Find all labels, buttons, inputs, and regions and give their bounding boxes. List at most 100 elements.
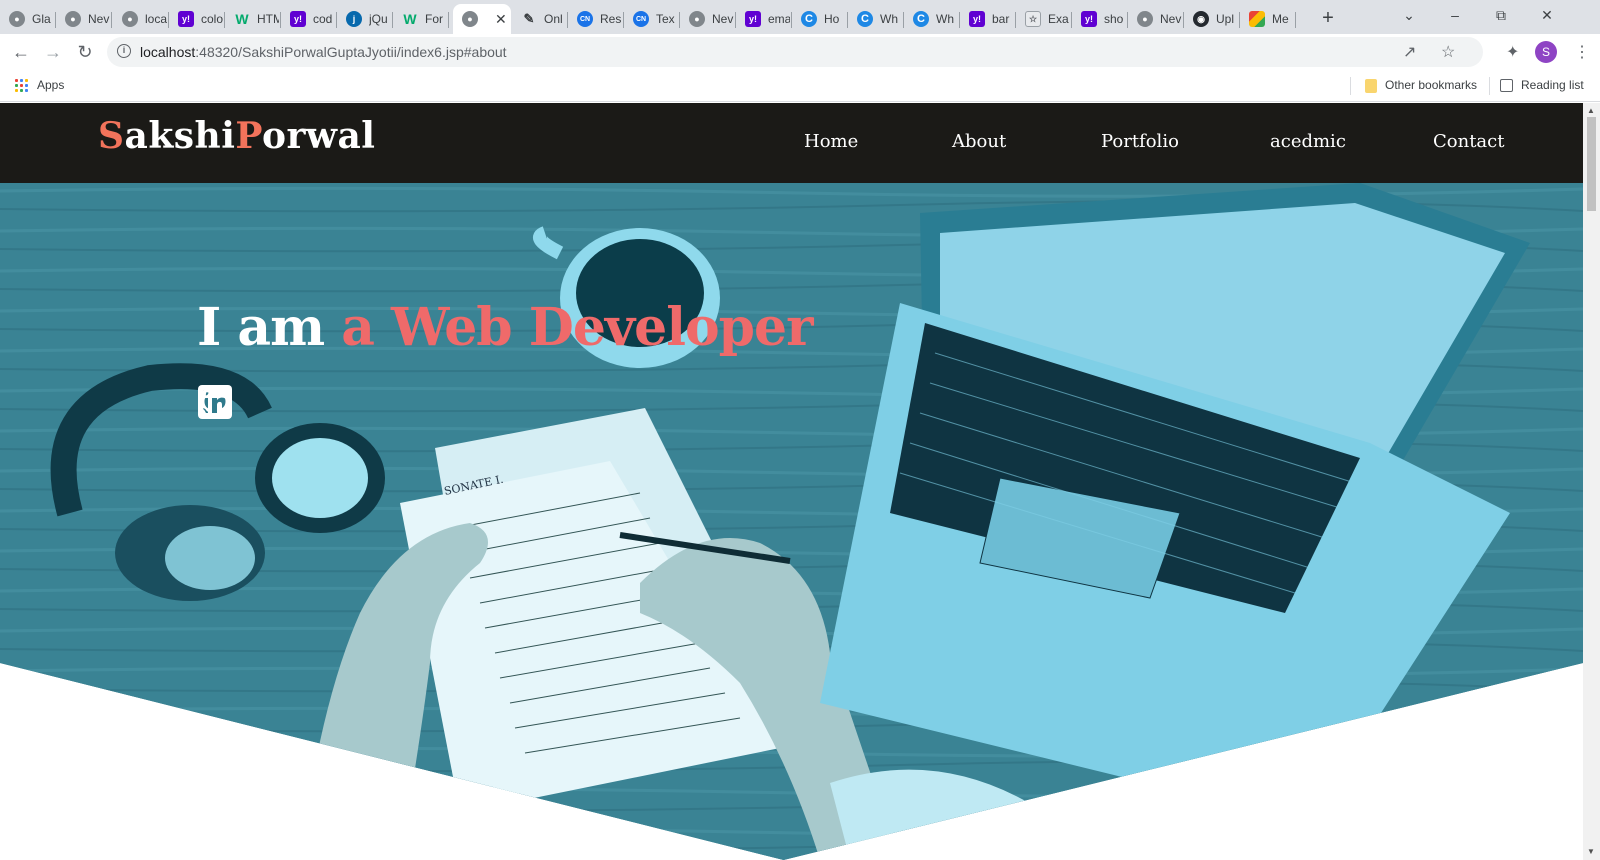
browser-tab[interactable]: CN Res xyxy=(568,4,624,34)
tab-separator xyxy=(111,12,112,28)
close-tab-icon[interactable]: ✕ xyxy=(495,11,507,28)
globe-icon: ● xyxy=(122,11,138,27)
tab-separator xyxy=(448,12,449,28)
browser-tab[interactable]: y! ema xyxy=(736,4,792,34)
globe-icon: ● xyxy=(65,11,81,27)
w3schools-icon: W xyxy=(235,11,249,27)
browser-tab[interactable]: ● Nev xyxy=(1128,4,1184,34)
tab-title: Res xyxy=(600,12,622,26)
nav-about[interactable]: About xyxy=(952,131,1006,152)
w3schools-icon: W xyxy=(403,11,417,27)
tab-title: Me xyxy=(1272,12,1289,26)
hero-section: SONATE I. I am a Web Developer xyxy=(0,183,1583,860)
nav-contact[interactable]: Contact xyxy=(1433,131,1504,152)
page-viewport: SakshiPorwal Home About Portfolio acedmi… xyxy=(0,103,1583,860)
browser-tab[interactable]: C Ho xyxy=(792,4,848,34)
tab-title: Nev xyxy=(1160,12,1182,26)
browser-tab[interactable]: Me xyxy=(1240,4,1296,34)
scroll-down-arrow-icon[interactable]: ▼ xyxy=(1587,847,1595,856)
site-logo[interactable]: SakshiPorwal xyxy=(98,115,375,157)
bookmark-separator xyxy=(1350,77,1351,95)
browser-tab[interactable]: C Wh xyxy=(848,4,904,34)
apps-bookmark[interactable]: Apps xyxy=(37,78,64,92)
tab-title: Wh xyxy=(936,12,954,26)
share-icon[interactable]: ↗ xyxy=(1403,42,1416,62)
nav-home[interactable]: Home xyxy=(804,131,858,152)
restore-button[interactable]: ⧉ xyxy=(1478,0,1524,30)
browser-tab[interactable]: y! bar xyxy=(960,4,1016,34)
minimize-button[interactable]: – xyxy=(1432,0,1478,30)
site-info-icon[interactable]: i xyxy=(117,44,131,58)
address-url[interactable]: localhost:48320/SakshiPorwalGuptaJyotii/… xyxy=(140,44,507,60)
reading-list-icon xyxy=(1500,79,1513,92)
browser-tab[interactable]: ● Gla xyxy=(0,4,56,34)
url-path: :48320/SakshiPorwalGuptaJyotii/index6.js… xyxy=(195,44,507,60)
browser-tab[interactable]: W HTM xyxy=(225,4,281,34)
yahoo-icon: y! xyxy=(969,11,985,27)
browser-tab[interactable]: ● ✕ xyxy=(453,4,511,34)
back-arrow-icon[interactable]: ← xyxy=(9,40,33,64)
tab-title: Onl xyxy=(544,12,563,26)
reload-icon[interactable]: ↻ xyxy=(73,40,97,64)
nav-academic[interactable]: acedmic xyxy=(1270,131,1346,152)
codingninjas-icon: CN xyxy=(633,11,649,27)
browser-tab[interactable]: ● Nev xyxy=(680,4,736,34)
browser-tab[interactable]: j jQu xyxy=(337,4,393,34)
yahoo-icon: y! xyxy=(745,11,761,27)
browser-tab[interactable]: y! colo xyxy=(169,4,225,34)
reading-list[interactable]: Reading list xyxy=(1521,78,1584,92)
browser-tab[interactable]: ✎ Onl xyxy=(512,4,568,34)
hero-background-image: SONATE I. xyxy=(0,183,1583,860)
browser-tab[interactable]: C Wh xyxy=(904,4,960,34)
new-tab-button[interactable]: + xyxy=(1316,6,1340,30)
profile-avatar[interactable]: S xyxy=(1535,41,1557,63)
tab-title: Wh xyxy=(880,12,898,26)
other-bookmarks[interactable]: Other bookmarks xyxy=(1385,78,1477,92)
tab-title: sho xyxy=(1104,12,1124,26)
apps-grid-icon[interactable] xyxy=(15,79,28,92)
yahoo-icon: y! xyxy=(290,11,306,27)
tab-title: bar xyxy=(992,12,1010,26)
scrollbar-thumb[interactable] xyxy=(1587,117,1596,211)
browser-tab[interactable]: y! cod xyxy=(281,4,337,34)
address-bar[interactable]: i localhost:48320/SakshiPorwalGuptaJyoti… xyxy=(107,37,1483,67)
tab-title: For xyxy=(425,12,443,26)
tab-title: cod xyxy=(313,12,333,26)
globe-icon: ● xyxy=(1137,11,1153,27)
forward-arrow-icon[interactable]: → xyxy=(41,40,65,64)
bookmark-star-icon[interactable]: ☆ xyxy=(1441,42,1455,62)
menu-kebab-icon[interactable]: ⋮ xyxy=(1574,42,1590,62)
example-icon: ☆ xyxy=(1025,11,1041,27)
site-header: SakshiPorwal Home About Portfolio acedmi… xyxy=(0,103,1583,183)
yahoo-icon: y! xyxy=(178,11,194,27)
scroll-up-arrow-icon[interactable]: ▲ xyxy=(1587,106,1595,115)
tab-title: loca xyxy=(145,12,167,26)
hero-headline: I am a Web Developer xyxy=(197,297,814,358)
tab-title: ema xyxy=(768,12,790,26)
folder-icon xyxy=(1365,79,1377,93)
browser-tab[interactable]: ◉ Upl xyxy=(1184,4,1240,34)
tab-title: Upl xyxy=(1216,12,1235,26)
tab-title: Exa xyxy=(1048,12,1069,26)
tab-search-button[interactable]: ⌄ xyxy=(1386,0,1432,30)
browser-tab[interactable]: ☆ Exa xyxy=(1016,4,1072,34)
logo-initial: S xyxy=(98,115,125,157)
c-logo-icon: C xyxy=(801,11,817,27)
browser-tab[interactable]: CN Tex xyxy=(624,4,680,34)
browser-tab[interactable]: ● Nev xyxy=(56,4,112,34)
close-window-button[interactable]: ✕ xyxy=(1524,0,1570,30)
meet-icon xyxy=(1249,11,1265,27)
browser-tab[interactable]: ● loca xyxy=(113,4,169,34)
tab-title: jQu xyxy=(369,12,388,26)
extensions-puzzle-icon[interactable]: ✦ xyxy=(1506,42,1519,62)
page-scrollbar[interactable]: ▲ ▼ xyxy=(1583,103,1600,860)
pen-icon: ✎ xyxy=(523,11,535,26)
browser-toolbar: ← → ↻ i localhost:48320/SakshiPorwalGupt… xyxy=(0,34,1600,70)
browser-tab[interactable]: y! sho xyxy=(1072,4,1128,34)
tab-title: Nev xyxy=(712,12,734,26)
hero-role: a Web Developer xyxy=(341,297,813,358)
tab-title: Nev xyxy=(88,12,110,26)
browser-tab[interactable]: W For xyxy=(393,4,449,34)
nav-portfolio[interactable]: Portfolio xyxy=(1101,131,1179,152)
logo-text: akshi xyxy=(124,115,236,157)
